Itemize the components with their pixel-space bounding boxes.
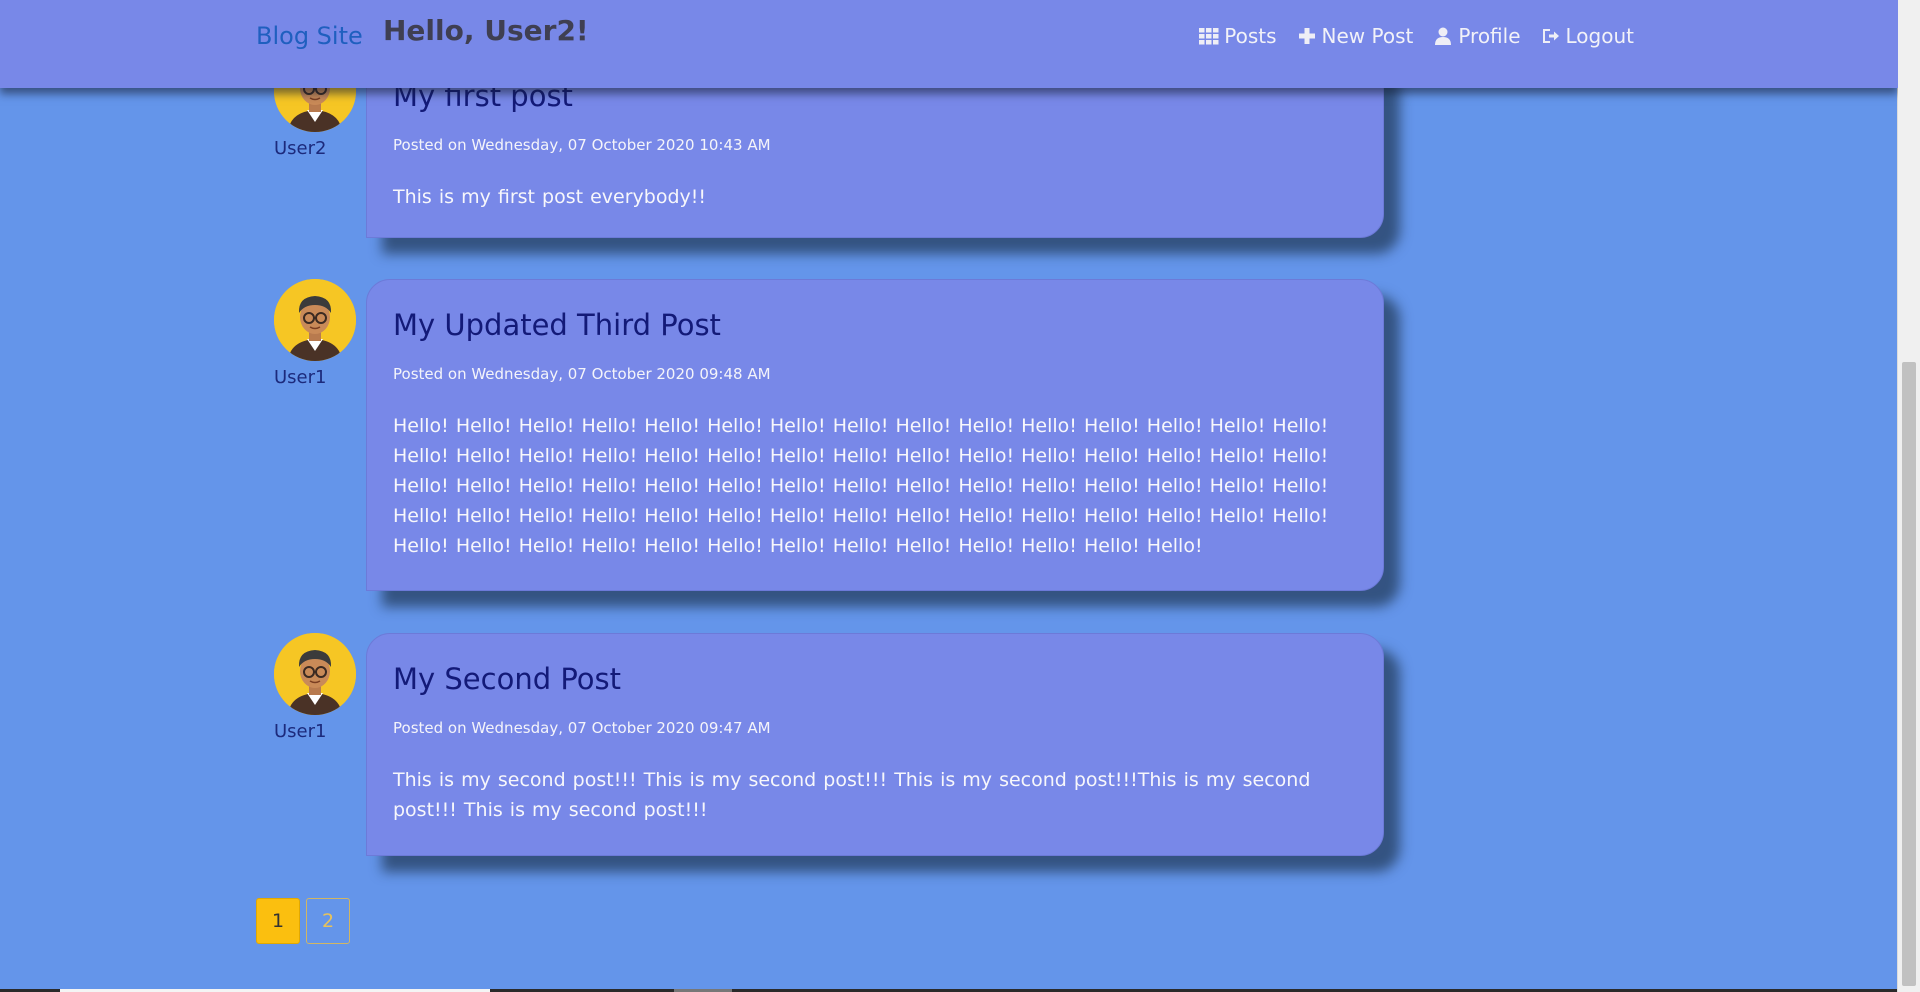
navbar: Blog Site Hello, User2! Posts New Post P… [0, 0, 1898, 88]
post-author[interactable]: User1 [274, 721, 326, 742]
brand-link[interactable]: Blog Site [256, 22, 363, 50]
post-author[interactable]: User2 [274, 138, 326, 159]
greeting: Hello, User2! [383, 14, 589, 47]
vertical-scrollbar[interactable] [1897, 0, 1920, 992]
nav-profile-label: Profile [1458, 24, 1521, 48]
grid-icon [1199, 28, 1219, 45]
post-date: Posted on Wednesday, 07 October 2020 09:… [393, 718, 771, 737]
post-title[interactable]: My Second Post [393, 662, 1357, 697]
nav-logout-link[interactable]: Logout [1541, 24, 1634, 48]
avatar-icon [274, 633, 356, 715]
nav-profile-link[interactable]: Profile [1433, 24, 1521, 48]
post-card: My Second Post Posted on Wednesday, 07 O… [366, 633, 1384, 856]
plus-icon [1298, 28, 1315, 44]
avatar-icon [274, 279, 356, 361]
nav-posts-link[interactable]: Posts [1199, 24, 1277, 48]
post-date: Posted on Wednesday, 07 October 2020 09:… [393, 364, 771, 383]
pagination: 1 2 [256, 898, 350, 944]
sign-out-icon [1542, 29, 1559, 43]
page-button-1[interactable]: 1 [256, 898, 300, 944]
page: User2 My first post Posted on Wednesday,… [0, 0, 1898, 992]
post-body: This is my second post!!! This is my sec… [393, 768, 1311, 821]
post-date: Posted on Wednesday, 07 October 2020 10:… [393, 135, 771, 154]
post-body: Hello! Hello! Hello! Hello! Hello! Hello… [393, 414, 1329, 557]
page-button-2[interactable]: 2 [306, 898, 350, 944]
post-body: This is my first post everybody!! [393, 185, 707, 208]
nav-new-post-label: New Post [1321, 24, 1414, 48]
user-icon [1435, 27, 1452, 45]
post-author[interactable]: User1 [274, 367, 326, 388]
nav-posts-label: Posts [1224, 24, 1277, 48]
nav-new-post-link[interactable]: New Post [1297, 24, 1414, 48]
nav-logout-label: Logout [1565, 24, 1634, 48]
post-card: My Updated Third Post Posted on Wednesda… [366, 279, 1384, 591]
avatar[interactable] [274, 279, 356, 361]
scrollbar-thumb[interactable] [1902, 362, 1916, 986]
nav-links: Posts New Post Profile Logout [1199, 24, 1634, 48]
post-title[interactable]: My Updated Third Post [393, 308, 1357, 343]
avatar[interactable] [274, 633, 356, 715]
